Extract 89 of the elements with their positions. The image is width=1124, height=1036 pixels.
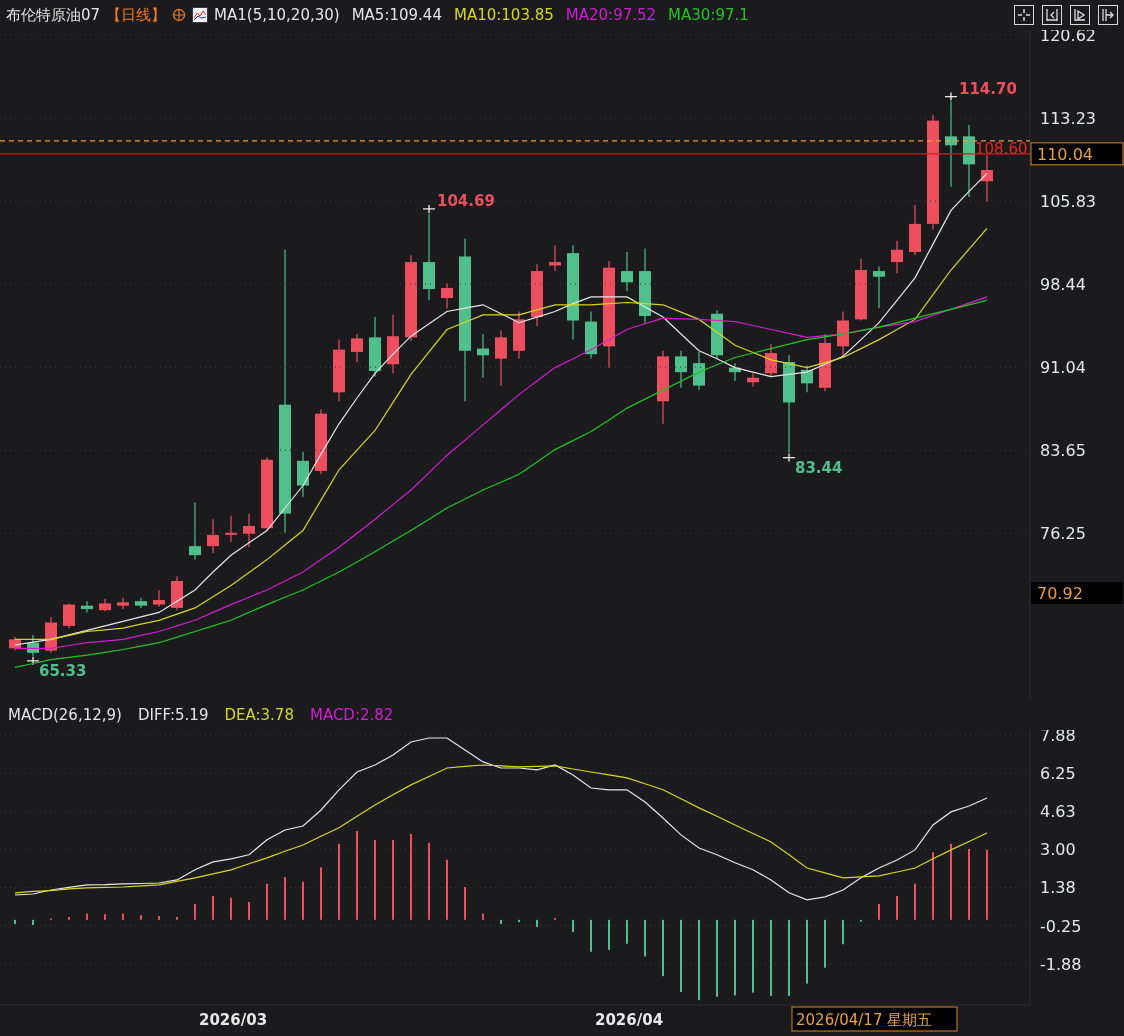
move-right-button[interactable]	[1098, 5, 1118, 25]
candlestick	[855, 258, 867, 322]
high-price-label: 104.69	[437, 191, 495, 210]
candlestick	[387, 314, 399, 374]
candlestick	[981, 153, 993, 203]
candlestick	[225, 515, 237, 543]
price-marker	[26, 656, 40, 666]
candlestick	[135, 597, 147, 609]
candlestick	[549, 244, 561, 272]
ref-line-label: 110.04	[1037, 144, 1093, 164]
arrow-right-icon	[1101, 8, 1115, 22]
high-price-label: 114.70	[959, 79, 1017, 98]
low-price-label: 83.44	[795, 458, 843, 477]
candlestick	[477, 333, 489, 379]
macd-legend: MACD:2.82	[309, 706, 394, 724]
macd-legend: DIFF:5.19	[137, 706, 209, 724]
candlestick	[9, 636, 21, 652]
moving-average-value: MA10:103.85	[453, 6, 554, 24]
instrument-title: 布伦特原油07	[6, 5, 101, 25]
indicator-label: MA1(5,10,20,30)	[214, 6, 340, 24]
period-label[interactable]: 【日线】	[106, 5, 167, 25]
axis-label: 120.62	[1040, 30, 1096, 46]
axis-label: 1.38	[1040, 878, 1076, 898]
axis-label: 6.25	[1040, 764, 1076, 784]
cursor-date-tag: 2026/04/17 星期五	[791, 1006, 958, 1032]
candlestick	[441, 282, 453, 309]
date-label: 2026/04	[595, 1011, 664, 1029]
macd-legend: DEA:3.78	[224, 706, 294, 724]
candlestick	[189, 501, 201, 561]
date-label: 2026/03	[199, 1011, 268, 1029]
axis-label: 91.04	[1040, 358, 1086, 378]
candlestick	[585, 310, 597, 360]
candlestick	[99, 598, 111, 612]
moving-average-value: MA5:109.44	[351, 6, 442, 24]
candlestick	[81, 600, 93, 613]
candlestick	[117, 597, 129, 610]
axis-label: 3.00	[1040, 840, 1076, 860]
candlestick	[909, 204, 921, 256]
candlestick	[801, 364, 813, 393]
candlestick	[63, 602, 75, 629]
price-tag: 70.92	[1031, 582, 1123, 605]
candlestick	[351, 333, 363, 363]
candlestick	[513, 310, 525, 360]
crosshair-tool-button[interactable]	[1014, 5, 1034, 25]
candlestick	[693, 351, 705, 391]
candlestick	[729, 362, 741, 382]
range-icon	[1045, 8, 1059, 22]
low-price-label: 65.33	[39, 661, 87, 680]
play-button[interactable]	[1070, 5, 1090, 25]
chart-icon[interactable]	[192, 7, 209, 23]
axis-label: -0.25	[1040, 916, 1082, 936]
candlestick	[207, 518, 219, 554]
price-tag: 110.04	[1030, 142, 1124, 166]
candlestick	[531, 263, 543, 327]
price-marker	[944, 91, 958, 102]
moving-average-value: MA20:97.52	[565, 6, 657, 24]
candlestick	[243, 513, 255, 548]
candlestick	[297, 451, 309, 498]
candlestick	[153, 589, 165, 608]
candlestick	[495, 329, 507, 387]
axis-label: 83.65	[1040, 441, 1086, 461]
candlestick	[837, 310, 849, 357]
candlestick	[333, 338, 345, 402]
candlestick	[765, 343, 777, 378]
candlestick	[621, 251, 633, 292]
axis-label: 105.83	[1040, 192, 1096, 212]
axis-label: 4.63	[1040, 802, 1076, 822]
zoom-range-button[interactable]	[1042, 5, 1062, 25]
candlestick	[873, 265, 885, 309]
price-marker	[782, 452, 796, 463]
candlestick	[819, 333, 831, 392]
crosshair-icon	[1017, 8, 1031, 22]
moving-average-value: MA30:97.1	[668, 6, 749, 24]
candlestick	[747, 372, 759, 388]
crosshair-circle-icon[interactable]	[172, 8, 187, 22]
candlestick	[27, 634, 39, 657]
candlestick	[675, 350, 687, 389]
axis-label: -1.88	[1040, 954, 1082, 974]
price-marker	[422, 204, 436, 214]
axis-label: 113.23	[1040, 109, 1096, 129]
candlestick	[171, 575, 183, 611]
macd-legend: MACD(26,12,9)	[8, 706, 122, 724]
candlestick	[711, 309, 723, 360]
play-icon	[1073, 8, 1087, 22]
axis-label: 98.44	[1040, 275, 1086, 295]
candlestick	[891, 240, 903, 274]
axis-label: 76.25	[1040, 524, 1086, 544]
candlestick	[369, 316, 381, 378]
candlestick	[315, 408, 327, 475]
